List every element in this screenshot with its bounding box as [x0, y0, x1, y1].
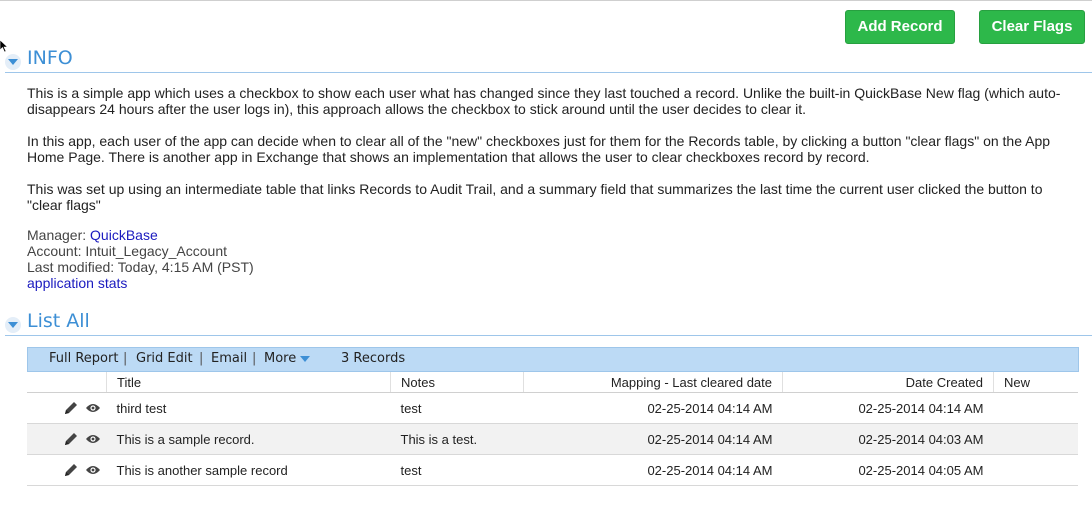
more-menu[interactable]: More [264, 351, 311, 366]
records-table: Title Notes Mapping - Last cleared date … [27, 372, 1078, 486]
toolbar-separator: | [199, 351, 204, 366]
list-section-header[interactable]: List All [5, 310, 1092, 336]
report-toolbar: Full Report | Grid Edit | Email | More 3… [27, 347, 1079, 372]
cell-title: third test [106, 392, 391, 424]
application-stats-link[interactable]: application stats [27, 275, 127, 291]
cell-title: This is a sample record. [106, 423, 391, 455]
table-header-row: Title Notes Mapping - Last cleared date … [27, 372, 1078, 393]
table-row[interactable]: This is another sample record test 02-25… [27, 454, 1078, 486]
clear-flags-button[interactable]: Clear Flags [979, 10, 1085, 44]
cell-title: This is another sample record [106, 454, 391, 486]
row-actions [27, 392, 107, 424]
row-actions [27, 454, 107, 486]
record-count: 3 Records [341, 351, 406, 366]
cell-date-created: 02-25-2014 04:03 AM [782, 423, 994, 455]
eye-icon[interactable] [85, 464, 101, 476]
collapse-triangle-icon[interactable] [5, 54, 21, 70]
cell-notes: test [390, 392, 524, 424]
toolbar-separator: | [123, 351, 128, 366]
more-label[interactable]: More [264, 351, 296, 366]
table-row[interactable]: This is a sample record. This is a test.… [27, 423, 1078, 455]
top-divider [0, 0, 1092, 1]
column-header-mapping[interactable]: Mapping - Last cleared date [523, 372, 783, 393]
application-stats-line: application stats [27, 275, 127, 291]
pencil-icon[interactable] [63, 400, 79, 416]
last-modified-line: Last modified: Today, 4:15 AM (PST) [27, 259, 254, 275]
cell-notes: test [390, 454, 524, 486]
row-actions [27, 423, 107, 455]
info-section-header[interactable]: INFO [5, 47, 1092, 73]
column-header-new[interactable]: New [993, 372, 1078, 393]
manager-link[interactable]: QuickBase [90, 227, 158, 243]
cell-mapping: 02-25-2014 04:14 AM [523, 423, 783, 455]
pencil-icon[interactable] [63, 431, 79, 447]
list-section-title[interactable]: List All [27, 310, 90, 332]
account-line: Account: Intuit_Legacy_Account [27, 243, 228, 259]
grid-edit-link[interactable]: Grid Edit [136, 351, 193, 366]
cell-mapping: 02-25-2014 04:14 AM [523, 454, 783, 486]
chevron-down-icon[interactable] [300, 355, 311, 362]
column-header-date-created[interactable]: Date Created [782, 372, 994, 393]
cell-date-created: 02-25-2014 04:14 AM [782, 392, 994, 424]
email-link[interactable]: Email [211, 351, 247, 366]
info-paragraph: This was set up using an intermediate ta… [27, 181, 1043, 213]
add-record-button[interactable]: Add Record [845, 10, 955, 44]
cell-new [993, 454, 1078, 486]
manager-line: Manager: QuickBase [27, 227, 158, 243]
collapse-triangle-icon[interactable] [5, 317, 21, 333]
eye-icon[interactable] [85, 433, 101, 445]
info-section-title[interactable]: INFO [27, 47, 73, 69]
info-paragraph: This is a simple app which uses a checkb… [27, 85, 1061, 117]
eye-icon[interactable] [85, 402, 101, 414]
icons-column-header [27, 372, 107, 393]
info-paragraph: In this app, each user of the app can de… [27, 133, 1051, 165]
column-header-title[interactable]: Title [106, 372, 391, 393]
toolbar-separator: | [252, 351, 257, 366]
cell-date-created: 02-25-2014 04:05 AM [782, 454, 994, 486]
full-report-link[interactable]: Full Report [49, 351, 118, 366]
manager-label: Manager: [27, 227, 87, 243]
cell-notes: This is a test. [390, 423, 524, 455]
cell-mapping: 02-25-2014 04:14 AM [523, 392, 783, 424]
cell-new [993, 423, 1078, 455]
pencil-icon[interactable] [63, 462, 79, 478]
table-row[interactable]: third test test 02-25-2014 04:14 AM 02-2… [27, 392, 1078, 424]
column-header-notes[interactable]: Notes [390, 372, 524, 393]
cell-new [993, 392, 1078, 424]
